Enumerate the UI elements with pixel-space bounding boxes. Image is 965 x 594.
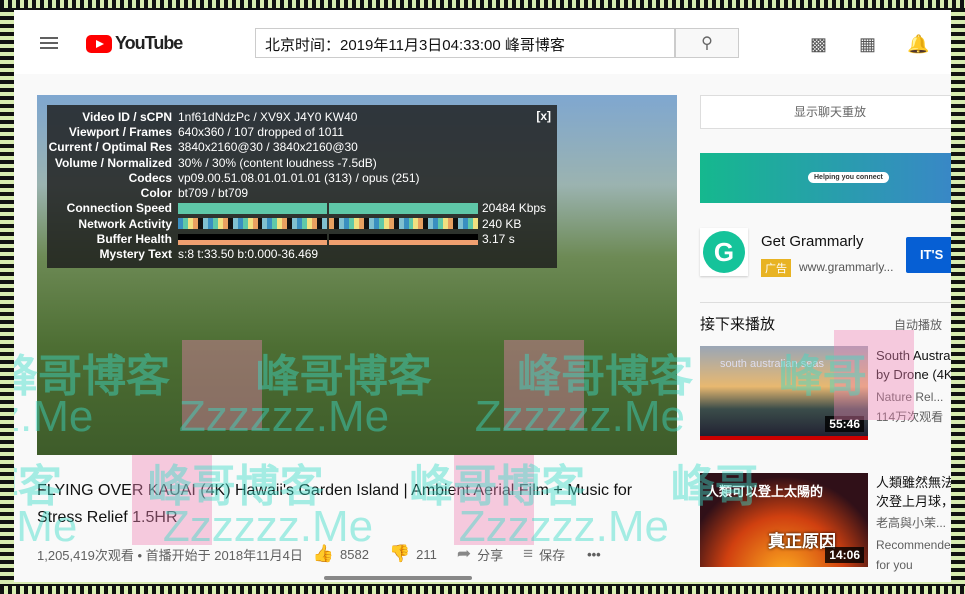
youtube-play-icon [86,34,112,53]
bell-icon[interactable]: 🔔 [907,34,929,55]
thumbs-up-icon: 👍 [312,544,335,563]
recommendation-note: Recommended for you [876,538,951,572]
video-player[interactable]: [x] Video ID / sCPN 1nf61dNdzPc / XV9X J4… [37,95,677,455]
thumbnail-text: 人類可以登上太陽的 [706,484,824,499]
stat-value: 240 KB [482,216,522,231]
youtube-logo[interactable]: YouTube [86,33,183,54]
thumbnail-text: south australian seas [720,358,824,370]
channel-name[interactable]: 老高與小茉... [876,513,946,533]
stats-for-nerds-panel: [x] Video ID / sCPN 1nf61dNdzPc / XV9X J4… [47,105,557,268]
stat-label: Current / Optimal Res [48,140,172,155]
stat-label: Color [140,186,172,201]
stat-label: Connection Speed [66,201,172,216]
up-next-heading: 接下来播放 [700,316,776,333]
grammarly-logo[interactable]: G [700,228,748,276]
video-thumbnail[interactable]: south australian seas 55:46 [700,346,868,440]
stat-value: 3840x2160@30 / 3840x2160@30 [178,140,358,155]
banner-text: Helping you connect [808,172,889,183]
share-arrow-icon: ➦ [456,544,472,563]
channel-name[interactable]: Nature Rel... [876,387,943,407]
ad-title[interactable]: Get Grammarly [761,233,864,250]
stat-graph-row: Connection Speed 20484 Kbps [47,201,557,216]
stat-label: Viewport / Frames [68,124,172,139]
show-chat-replay-button[interactable]: 显示聊天重放 [700,95,951,129]
stat-row: Viewport / Frames 640x360 / 107 dropped o… [47,124,557,139]
video-thumbnail[interactable]: 人類可以登上太陽的 真正原因 14:06 [700,473,868,567]
stat-row: Volume / Normalized 30% / 30% (content lo… [47,155,557,170]
playlist-add-icon: ≡ [523,544,534,563]
stat-value: vp09.00.51.08.01.01.01.01 (313) / opus (… [178,170,420,185]
video-meta: 1,205,419次观看 • 首播开始于 2018年11月4日 👍 8582 👎 2… [37,544,677,564]
search-button[interactable]: ⚲ [675,28,739,58]
close-stats-button[interactable]: [x] [536,109,551,123]
logo-text: YouTube [115,33,183,53]
ad-cta-button[interactable]: IT'S [906,237,951,273]
dislike-count: 211 [416,546,437,562]
stat-label: Video ID / sCPN [82,109,172,124]
stat-value: s:8 t:33.50 b:0.000-36.469 [178,247,319,262]
stat-graph [178,202,478,214]
dislike-button[interactable]: 👎 211 [389,544,437,564]
search-input[interactable]: 北京时间：2019年11月3日04:33:00 峰哥博客 [255,28,675,58]
save-button[interactable]: ≡ 保存 [523,544,565,564]
related-video-title[interactable]: 人類雖然無法 次登上月球， [876,473,951,513]
stat-value: 30% / 30% (content loudness -7.5dB) [178,155,377,170]
like-count: 8582 [340,546,369,562]
menu-icon[interactable] [40,37,58,49]
more-icon[interactable]: ••• [587,547,601,562]
view-count: 114万次观看 [876,410,944,424]
top-bar: YouTube 北京时间：2019年11月3日04:33:00 峰哥博客 ⚲ ▩… [14,10,951,74]
youtube-page: YouTube 北京时间：2019年11月3日04:33:00 峰哥博客 ⚲ ▩… [14,10,951,582]
search-icon: ⚲ [701,35,713,52]
horizontal-scrollbar[interactable] [324,576,472,580]
video-title: FLYING OVER KAUAI (4K) Hawaii's Garden I… [37,482,633,526]
stat-value: bt709 / bt709 [178,186,249,201]
stat-value: 1nf61dNdzPc / XV9X J4Y0 KW40 [178,109,358,124]
apps-grid-icon[interactable]: ▦ [859,34,876,55]
stat-graph [178,218,479,230]
like-button[interactable]: 👍 8582 [313,544,369,564]
view-count: 1,205,419次观看 • 首播开始于 2018年11月4日 [37,547,303,563]
stat-value: 20484 Kbps [482,201,547,216]
duration-badge: 55:46 [825,416,864,432]
stat-label: Volume / Normalized [54,155,172,170]
stat-row: Video ID / sCPN 1nf61dNdzPc / XV9X J4Y0 K… [47,109,557,124]
ad-badge: 广告 [761,259,791,277]
stat-value: 3.17 s [482,232,515,247]
stat-label: Mystery Text [99,247,172,262]
stat-row: Current / Optimal Res 3840x2160@30 / 3840… [47,140,557,155]
ad-banner[interactable]: Helping you connect [700,153,951,203]
save-label: 保存 [539,547,566,563]
related-video-title[interactable]: South Australia by Drone (4K) [876,346,951,386]
stat-row: Codecs vp09.00.51.08.01.01.01.01 (313) / … [47,170,557,185]
stat-label: Codecs [128,170,172,185]
stat-graph-row: Buffer Health 3.17 s [47,231,557,246]
stat-value: 640x360 / 107 dropped of 1011 [178,124,344,139]
stat-graph [178,233,478,245]
ad-url[interactable]: www.grammarly... [799,260,893,274]
autoplay-toggle-label[interactable]: 自动播放 [894,316,942,333]
duration-badge: 14:06 [825,547,864,563]
stat-row: Color bt709 / bt709 [47,185,557,200]
stat-graph-row: Network Activity 240 KB [47,216,557,231]
stat-label: Network Activity [78,216,172,231]
stat-label: Buffer Health [96,232,172,247]
share-button[interactable]: ➦ 分享 [457,544,503,564]
video-camera-add-icon[interactable]: ▩ [810,34,827,55]
share-label: 分享 [477,547,504,563]
thumbs-down-icon: 👎 [388,544,411,563]
divider [700,302,951,303]
